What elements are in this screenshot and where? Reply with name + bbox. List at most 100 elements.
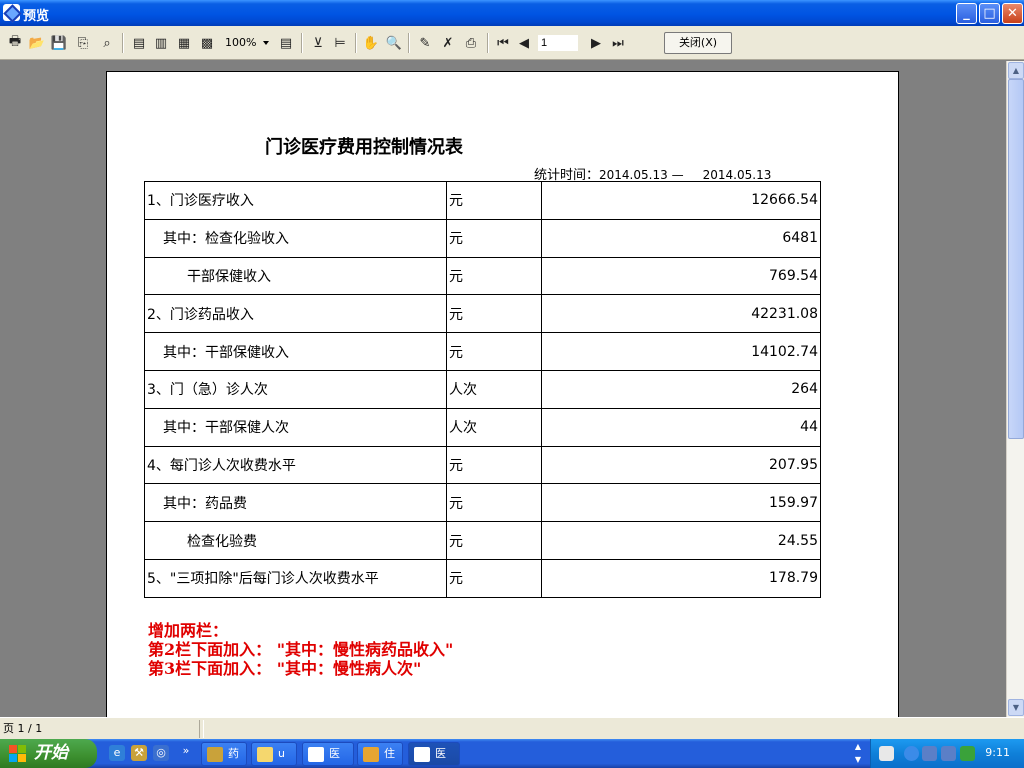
- page-width-icon[interactable]: ▤: [277, 34, 295, 52]
- scroll-up-button[interactable]: ▲: [1008, 62, 1024, 79]
- print-icon[interactable]: 🖶: [6, 34, 24, 52]
- status-bar: 页 1 / 1: [0, 717, 1024, 739]
- unit-cell: 元: [446, 558, 542, 598]
- hand-icon[interactable]: ✋: [362, 34, 380, 52]
- table-row: 其中：药品费元 159.97: [144, 483, 821, 523]
- stat-from: 2014.05.13: [599, 168, 668, 182]
- export-icon[interactable]: ⎙: [462, 34, 480, 52]
- package-icon: [363, 747, 379, 762]
- wrench-icon[interactable]: ⚒: [131, 745, 147, 761]
- toolbar: 🖶 📂 💾 ⎘ ⌕ ▤ ▥ ▦ ▩ 100% ▤ ⊻ ⊨ ✋ 🔍 ✎ ✗ ⎙ ⏮…: [0, 26, 1024, 60]
- unit-cell: 人次: [446, 407, 542, 447]
- task-button-active[interactable]: 医: [408, 742, 460, 766]
- chevron-right-icon[interactable]: »: [178, 743, 194, 759]
- delete-icon[interactable]: ✗: [439, 34, 457, 52]
- value-cell: 14102.74: [541, 332, 821, 371]
- table-row: 检查化验费元 24.55: [144, 521, 821, 560]
- value-cell: 159.97: [541, 483, 821, 523]
- maximize-button[interactable]: □: [979, 3, 1000, 24]
- value-cell: 44: [541, 407, 821, 447]
- find-icon[interactable]: ⌕: [98, 34, 116, 52]
- folder-icon: [257, 747, 273, 762]
- item-cell: 3、门（急）诊人次: [144, 369, 447, 409]
- task-button[interactable]: 医: [302, 742, 354, 766]
- scroll-thumb[interactable]: [1008, 79, 1024, 439]
- page-setup-icon[interactable]: ⎘: [74, 34, 92, 52]
- minimize-button[interactable]: _: [956, 3, 977, 24]
- note-line: 增加两栏：: [148, 621, 229, 640]
- unit-cell: 元: [446, 445, 542, 485]
- vertical-scrollbar[interactable]: ▲ ▼: [1006, 61, 1024, 717]
- report-title: 门诊医疗费用控制情况表: [265, 137, 463, 158]
- value-cell: 42231.08: [541, 294, 821, 334]
- separator: [355, 33, 357, 53]
- item-cell: 干部保健收入: [144, 256, 447, 296]
- ie-icon[interactable]: e: [109, 745, 125, 761]
- open-folder-icon[interactable]: 📂: [28, 34, 46, 52]
- separator: [408, 33, 410, 53]
- table-row: 5、"三项扣除"后每门诊人次收费水平元 178.79: [144, 558, 821, 598]
- edit-icon[interactable]: ✎: [416, 34, 434, 52]
- task-button[interactable]: 住: [357, 742, 403, 766]
- chevron-left-icon[interactable]: [904, 746, 919, 761]
- item-cell: 其中：干部保健人次: [144, 407, 447, 447]
- shield-icon[interactable]: [960, 746, 975, 761]
- task-label: u: [278, 747, 285, 760]
- multi-page-icon[interactable]: ▩: [198, 34, 216, 52]
- item-cell: 4、每门诊人次收费水平: [144, 445, 447, 485]
- chevron-down-icon[interactable]: ▼: [851, 754, 865, 766]
- next-page-icon[interactable]: ▶: [587, 34, 605, 52]
- task-button[interactable]: u: [251, 742, 297, 766]
- separator: [301, 33, 303, 53]
- note-line: 第2栏下面加入： "其中：慢性病药品收入": [148, 640, 454, 659]
- app-icon: [414, 747, 430, 762]
- value-cell: 769.54: [541, 256, 821, 296]
- report-table: 1、门诊医疗收入元 12666.54 其中：检查化验收入元 6481 干部保健收入元…: [144, 181, 821, 598]
- table-row: 2、门诊药品收入元 42231.08: [144, 294, 821, 334]
- prev-page-icon[interactable]: ◀: [515, 34, 533, 52]
- item-cell: 其中：药品费: [144, 483, 447, 523]
- save-icon[interactable]: 💾: [50, 34, 68, 52]
- page-number-input[interactable]: [538, 35, 578, 51]
- value-cell: 24.55: [541, 521, 821, 560]
- page-info: 页 1 / 1: [0, 720, 200, 738]
- maximize-icon: □: [983, 6, 996, 21]
- task-label: 医: [435, 747, 446, 760]
- status-pane: [203, 720, 1021, 738]
- close-button[interactable]: 关闭(X): [664, 32, 732, 54]
- two-page-icon[interactable]: ▥: [152, 34, 170, 52]
- unit-cell: 元: [446, 294, 542, 334]
- last-page-icon[interactable]: ⏭: [609, 34, 627, 52]
- one-page-icon[interactable]: ▤: [130, 34, 148, 52]
- keyboard-icon[interactable]: [879, 746, 894, 761]
- task-label: 医: [329, 747, 340, 760]
- item-cell: 1、门诊医疗收入: [144, 181, 447, 220]
- unit-cell: 元: [446, 521, 542, 560]
- taskbar: 开始 e ⚒ ◎ » 药 u 医 住 医 ▲ ▼ 9:11: [0, 739, 1024, 768]
- network-icon[interactable]: [941, 746, 956, 761]
- app-icon[interactable]: ◎: [153, 745, 169, 761]
- outline-icon[interactable]: ⊻: [309, 34, 327, 52]
- app-icon: [308, 747, 324, 762]
- start-label: 开始: [34, 743, 68, 763]
- app-icon: [3, 4, 20, 21]
- stat-to: 2014.05.13: [702, 168, 772, 182]
- zoom-in-icon[interactable]: 🔍: [385, 34, 403, 52]
- unit-cell: 元: [446, 256, 542, 296]
- zoom-select[interactable]: 100%: [222, 34, 272, 52]
- unit-cell: 人次: [446, 369, 542, 409]
- table-row: 其中：干部保健人次 人次 44: [144, 407, 821, 447]
- four-page-icon[interactable]: ▦: [175, 34, 193, 52]
- chevron-up-icon[interactable]: ▲: [851, 741, 865, 753]
- value-cell: 6481: [541, 218, 821, 258]
- start-button[interactable]: 开始: [0, 739, 97, 768]
- scroll-down-button[interactable]: ▼: [1008, 699, 1024, 716]
- tree-icon[interactable]: ⊨: [331, 34, 349, 52]
- task-button[interactable]: 药: [201, 742, 247, 766]
- separator: [122, 33, 124, 53]
- first-page-icon[interactable]: ⏮: [494, 34, 512, 52]
- network-icon[interactable]: [922, 746, 937, 761]
- close-window-button[interactable]: ✕: [1002, 3, 1023, 24]
- table-row: 其中：检查化验收入元 6481: [144, 218, 821, 258]
- unit-cell: 元: [446, 218, 542, 258]
